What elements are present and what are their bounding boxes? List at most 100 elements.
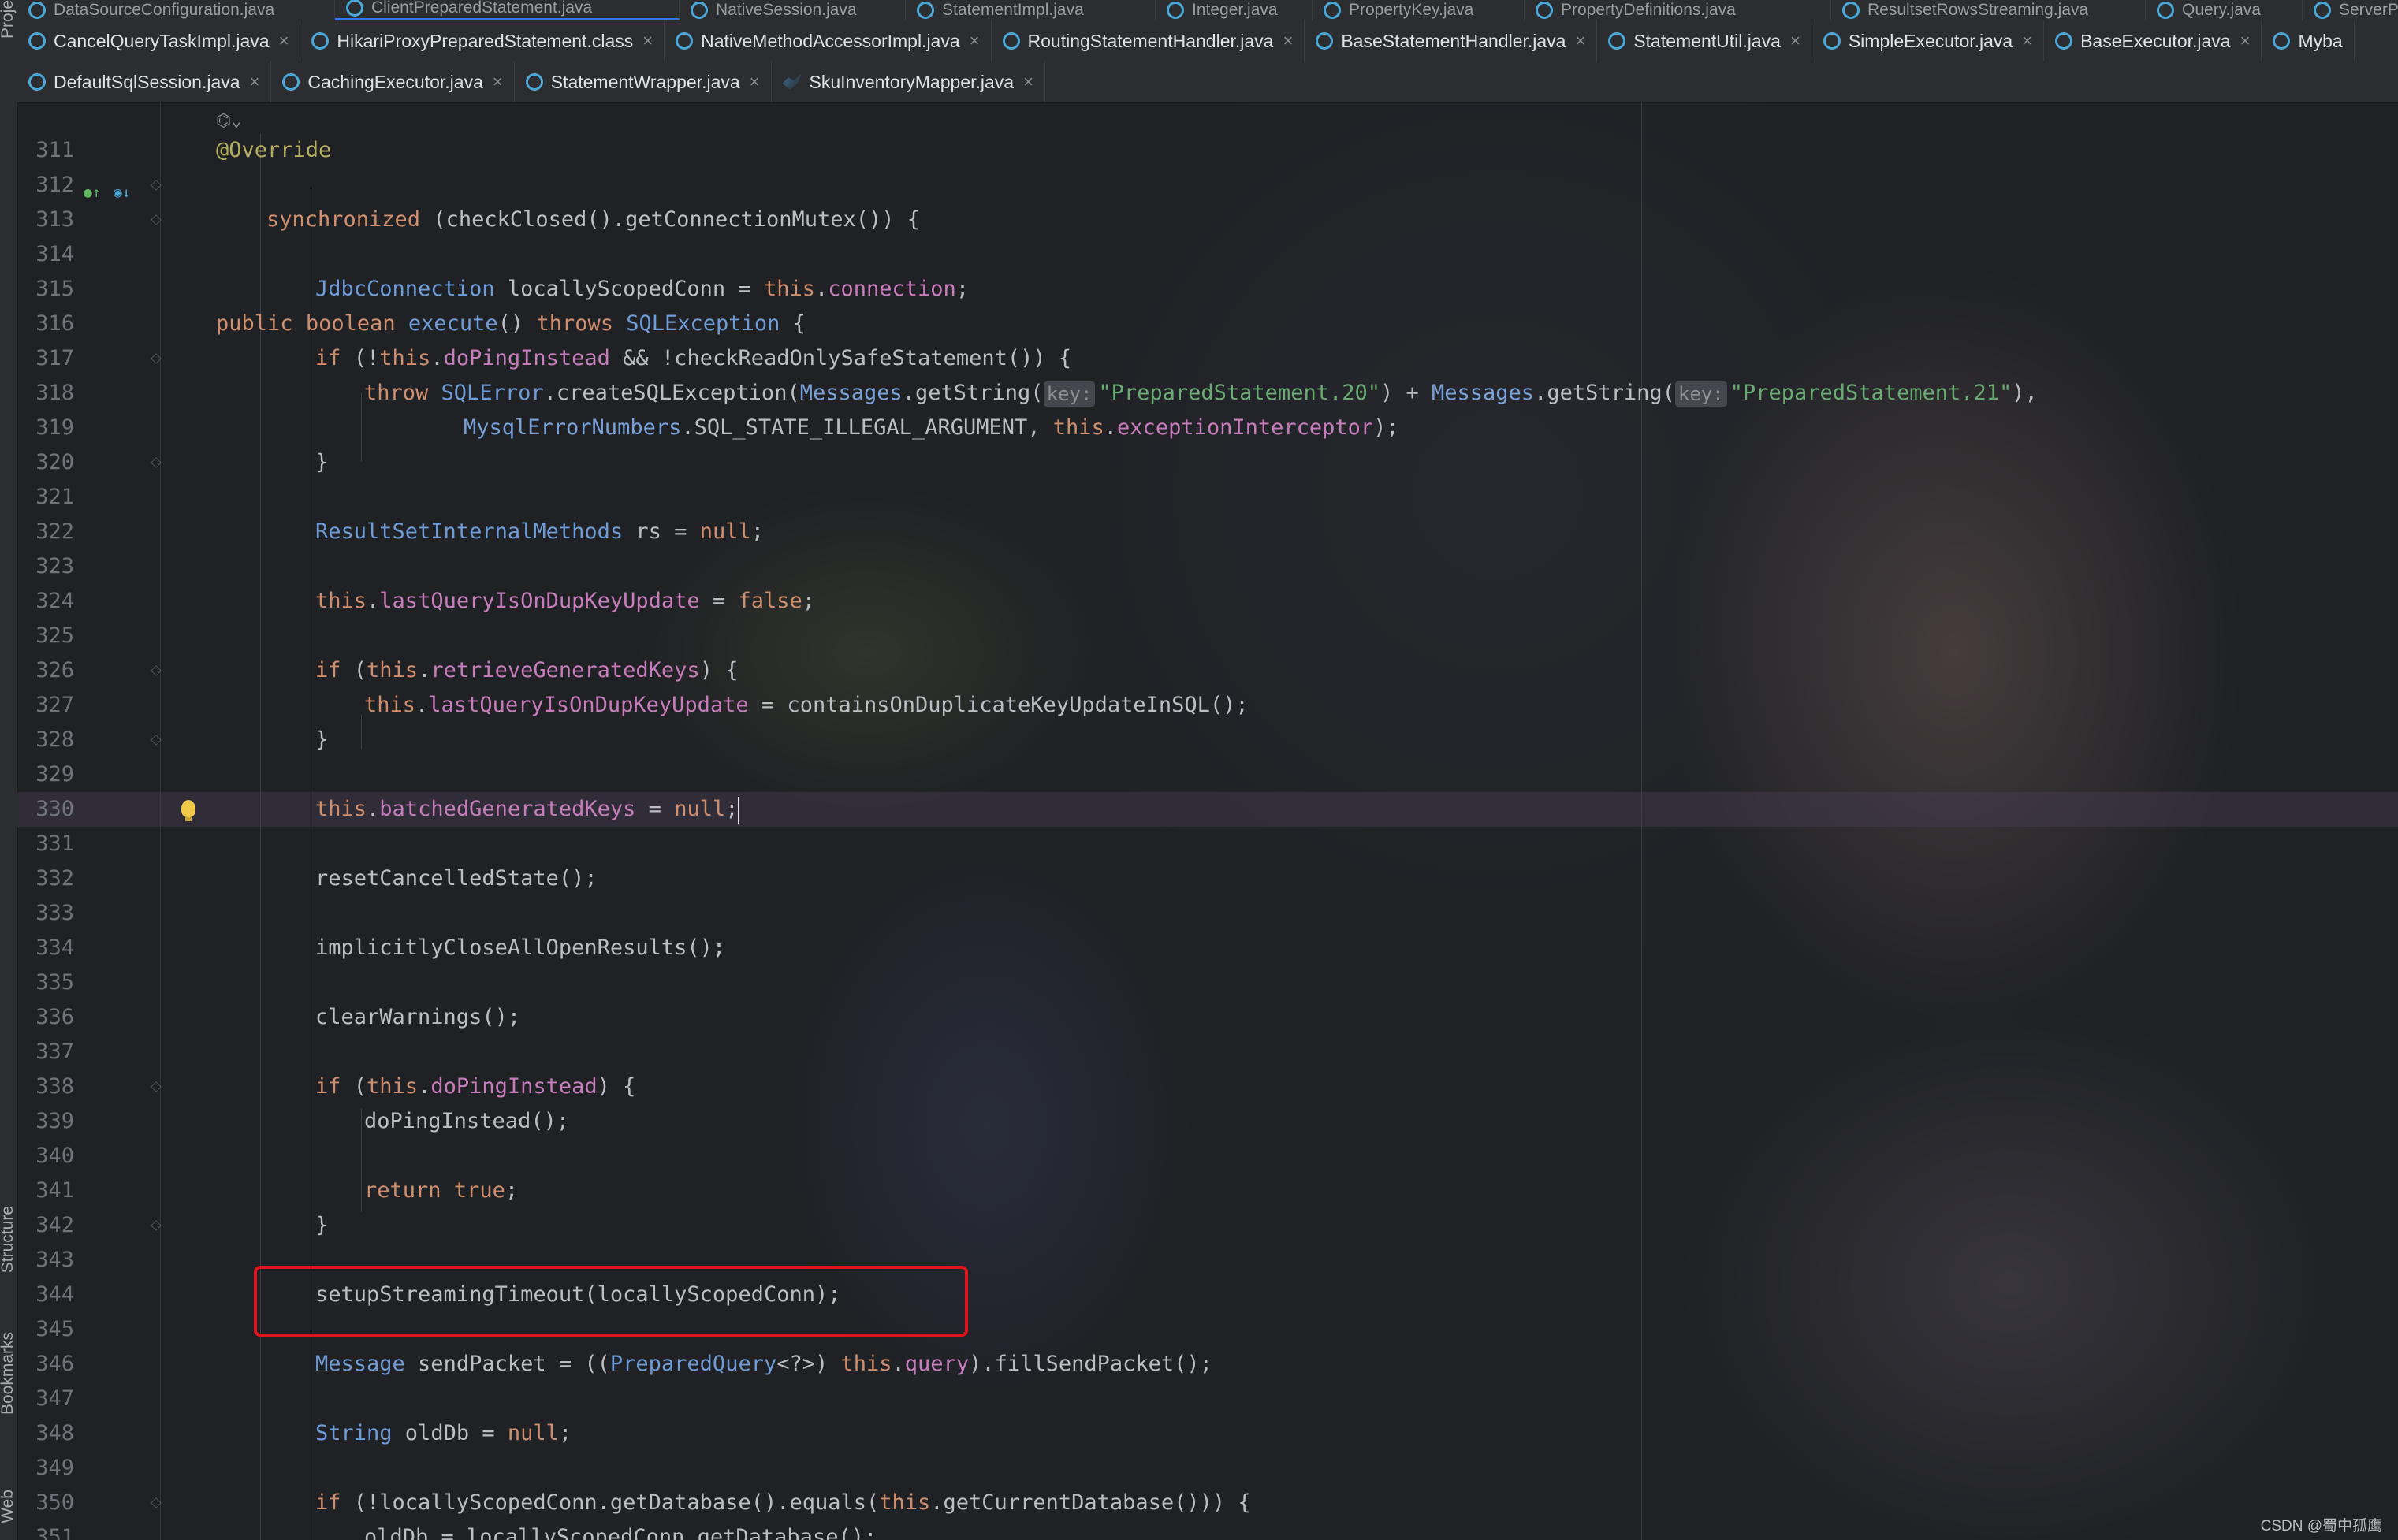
red-highlight-box xyxy=(254,1266,968,1337)
java-class-icon xyxy=(1002,32,1020,50)
code-line-311: 311 @Override xyxy=(35,138,332,162)
close-icon[interactable]: × xyxy=(1790,31,1800,51)
fold-toggle-icon[interactable] xyxy=(151,214,162,225)
java-class-icon xyxy=(917,2,934,19)
bookmarks-tool-button[interactable]: Bookmarks xyxy=(0,1332,19,1415)
java-class-icon xyxy=(676,32,694,50)
tab-mybatis-partial[interactable]: Myba xyxy=(2262,20,2355,61)
tab-basestatementhandler[interactable]: BaseStatementHandler.java × xyxy=(1305,20,1598,61)
code-editor[interactable]: ⌬⌄ 311 @Override 312 ●↑ ◉↓ public boolean… xyxy=(17,102,2398,1540)
csdn-watermark: CSDN @蜀中孤鹰 xyxy=(2260,1518,2382,1534)
code-line-334: 334 implicitlyCloseAllOpenResults(); xyxy=(35,936,726,960)
code-line-349: 349 xyxy=(35,1456,74,1480)
tab-statementimpl[interactable]: StatementImpl.java xyxy=(906,0,1156,20)
tab-cancelquerytaskimpl[interactable]: CancelQueryTaskImpl.java × xyxy=(17,20,301,61)
code-line-331: 331 xyxy=(35,831,74,856)
tab-serverprepared[interactable]: ServerPrepar xyxy=(2303,0,2398,20)
text-caret xyxy=(738,796,740,824)
code-line-347: 347 xyxy=(35,1386,74,1411)
close-icon[interactable]: × xyxy=(1283,31,1293,51)
java-class-icon xyxy=(28,32,46,50)
code-line-335: 335 xyxy=(35,970,74,995)
code-line-330-current: 330 this.batchedGeneratedKeys = null; xyxy=(17,792,2398,827)
tab-integer[interactable]: Integer.java xyxy=(1156,0,1313,20)
java-class-icon xyxy=(691,2,708,19)
structure-tool-button[interactable]: Structure xyxy=(0,1206,19,1273)
tab-hikariproxypreparedstatement[interactable]: HikariProxyPreparedStatement.class × xyxy=(300,20,665,61)
project-tool-button[interactable]: Proje xyxy=(0,0,19,39)
code-line-351: 351 oldDb = locallyScopedConn.getDatabase… xyxy=(35,1525,877,1540)
tab-statementwrapper[interactable]: StatementWrapper.java × xyxy=(515,61,772,102)
tab-nativesession[interactable]: NativeSession.java xyxy=(680,0,906,20)
close-icon[interactable]: × xyxy=(1575,31,1585,51)
tab-simpleexecutor[interactable]: SimpleExecutor.java × xyxy=(1812,20,2045,61)
close-icon[interactable]: × xyxy=(279,31,289,51)
tab-defaultsqlsession[interactable]: DefaultSqlSession.java × xyxy=(17,61,272,102)
java-class-icon xyxy=(1324,2,1341,19)
editor-tabs-row-2: DefaultSqlSession.java × CachingExecutor.… xyxy=(17,61,2398,103)
editor-tabs-row-0: DataSourceConfiguration.java ClientPrepa… xyxy=(17,0,2398,21)
code-line-323: 323 xyxy=(35,554,74,578)
java-class-icon xyxy=(1842,2,1860,19)
code-line-322: 322 ResultSetInternalMethods rs = null; xyxy=(35,519,764,544)
code-line-346: 346 Message sendPacket = ((PreparedQuery<… xyxy=(35,1352,1212,1376)
close-icon[interactable]: × xyxy=(2240,31,2251,51)
code-line-333: 333 xyxy=(35,901,74,925)
close-icon[interactable]: × xyxy=(642,31,653,51)
java-class-icon xyxy=(2273,32,2291,50)
code-line-342: 342} xyxy=(35,1213,329,1237)
fold-toggle-icon[interactable] xyxy=(151,457,162,468)
java-class-icon xyxy=(1316,32,1334,50)
tab-query[interactable]: Query.java xyxy=(2146,0,2303,20)
code-line-350: 350 if (!locallyScopedConn.getDatabase().… xyxy=(35,1490,1251,1515)
close-icon[interactable]: × xyxy=(970,31,980,51)
java-class-icon xyxy=(2314,2,2331,19)
code-line-313: 313 synchronized (checkClosed().getConnec… xyxy=(35,207,921,232)
tab-propertydefinitions[interactable]: PropertyDefinitions.java xyxy=(1525,0,1831,20)
java-class-icon xyxy=(1608,32,1626,50)
tab-statementutil[interactable]: StatementUtil.java × xyxy=(1597,20,1812,61)
close-icon[interactable]: × xyxy=(750,72,760,92)
tab-resultsetrowsstreaming[interactable]: ResultsetRowsStreaming.java xyxy=(1831,0,2146,20)
code-line-341: 341 return true; xyxy=(35,1178,519,1203)
code-line-320: 320} xyxy=(35,450,329,474)
code-line-325: 325 xyxy=(35,623,74,648)
fold-toggle-icon[interactable] xyxy=(151,735,162,746)
code-line-340: 340 xyxy=(35,1144,74,1168)
code-line-324: 324 this.lastQueryIsOnDupKeyUpdate = fals… xyxy=(35,589,816,613)
code-line-332: 332 resetCancelledState(); xyxy=(35,866,598,891)
close-icon[interactable]: × xyxy=(493,72,503,92)
tab-routingstatementhandler[interactable]: RoutingStatementHandler.java × xyxy=(992,20,1305,61)
fold-toggle-icon[interactable] xyxy=(151,180,162,191)
tab-clientpreparedstatement[interactable]: ClientPreparedStatement.java xyxy=(335,0,680,20)
code-line-316: 316 xyxy=(35,311,74,336)
code-line-321: 321 xyxy=(35,485,74,509)
parameter-hint: key: xyxy=(1674,381,1727,407)
fold-toggle-icon[interactable] xyxy=(151,353,162,364)
code-line-328: 328} xyxy=(35,727,329,752)
fold-toggle-icon[interactable] xyxy=(151,1081,162,1092)
fold-toggle-icon[interactable] xyxy=(151,665,162,676)
fold-toggle-icon[interactable] xyxy=(151,1220,162,1231)
code-line-337: 337 xyxy=(35,1040,74,1064)
close-icon[interactable]: × xyxy=(1023,72,1033,92)
lightbulb-icon[interactable] xyxy=(181,800,195,821)
java-class-icon xyxy=(28,73,46,91)
close-icon[interactable]: × xyxy=(250,72,260,92)
tab-datasourceconfiguration[interactable]: DataSourceConfiguration.java xyxy=(17,0,335,20)
fold-toggle-icon[interactable] xyxy=(151,1497,162,1508)
web-tool-button[interactable]: Web xyxy=(0,1490,19,1523)
parameter-hint: key: xyxy=(1043,381,1096,407)
tab-baseexecutor[interactable]: BaseExecutor.java × xyxy=(2044,20,2262,61)
close-icon[interactable]: × xyxy=(2022,31,2032,51)
code-line-315: 315 JdbcConnection locallyScopedConn = th… xyxy=(35,277,970,301)
tab-propertykey[interactable]: PropertyKey.java xyxy=(1313,0,1525,20)
java-class-icon xyxy=(1823,32,1841,50)
java-class-icon xyxy=(28,2,46,19)
tab-cachingexecutor[interactable]: CachingExecutor.java × xyxy=(271,61,515,102)
tab-nativemethodaccessorimpl[interactable]: NativeMethodAccessorImpl.java × xyxy=(665,20,992,61)
tab-skuinventorymapper[interactable]: SkuInventoryMapper.java × xyxy=(772,61,1045,102)
left-tool-strip: Proje Structure Bookmarks Web xyxy=(0,0,18,1540)
code-line-314: 314 xyxy=(35,242,74,266)
